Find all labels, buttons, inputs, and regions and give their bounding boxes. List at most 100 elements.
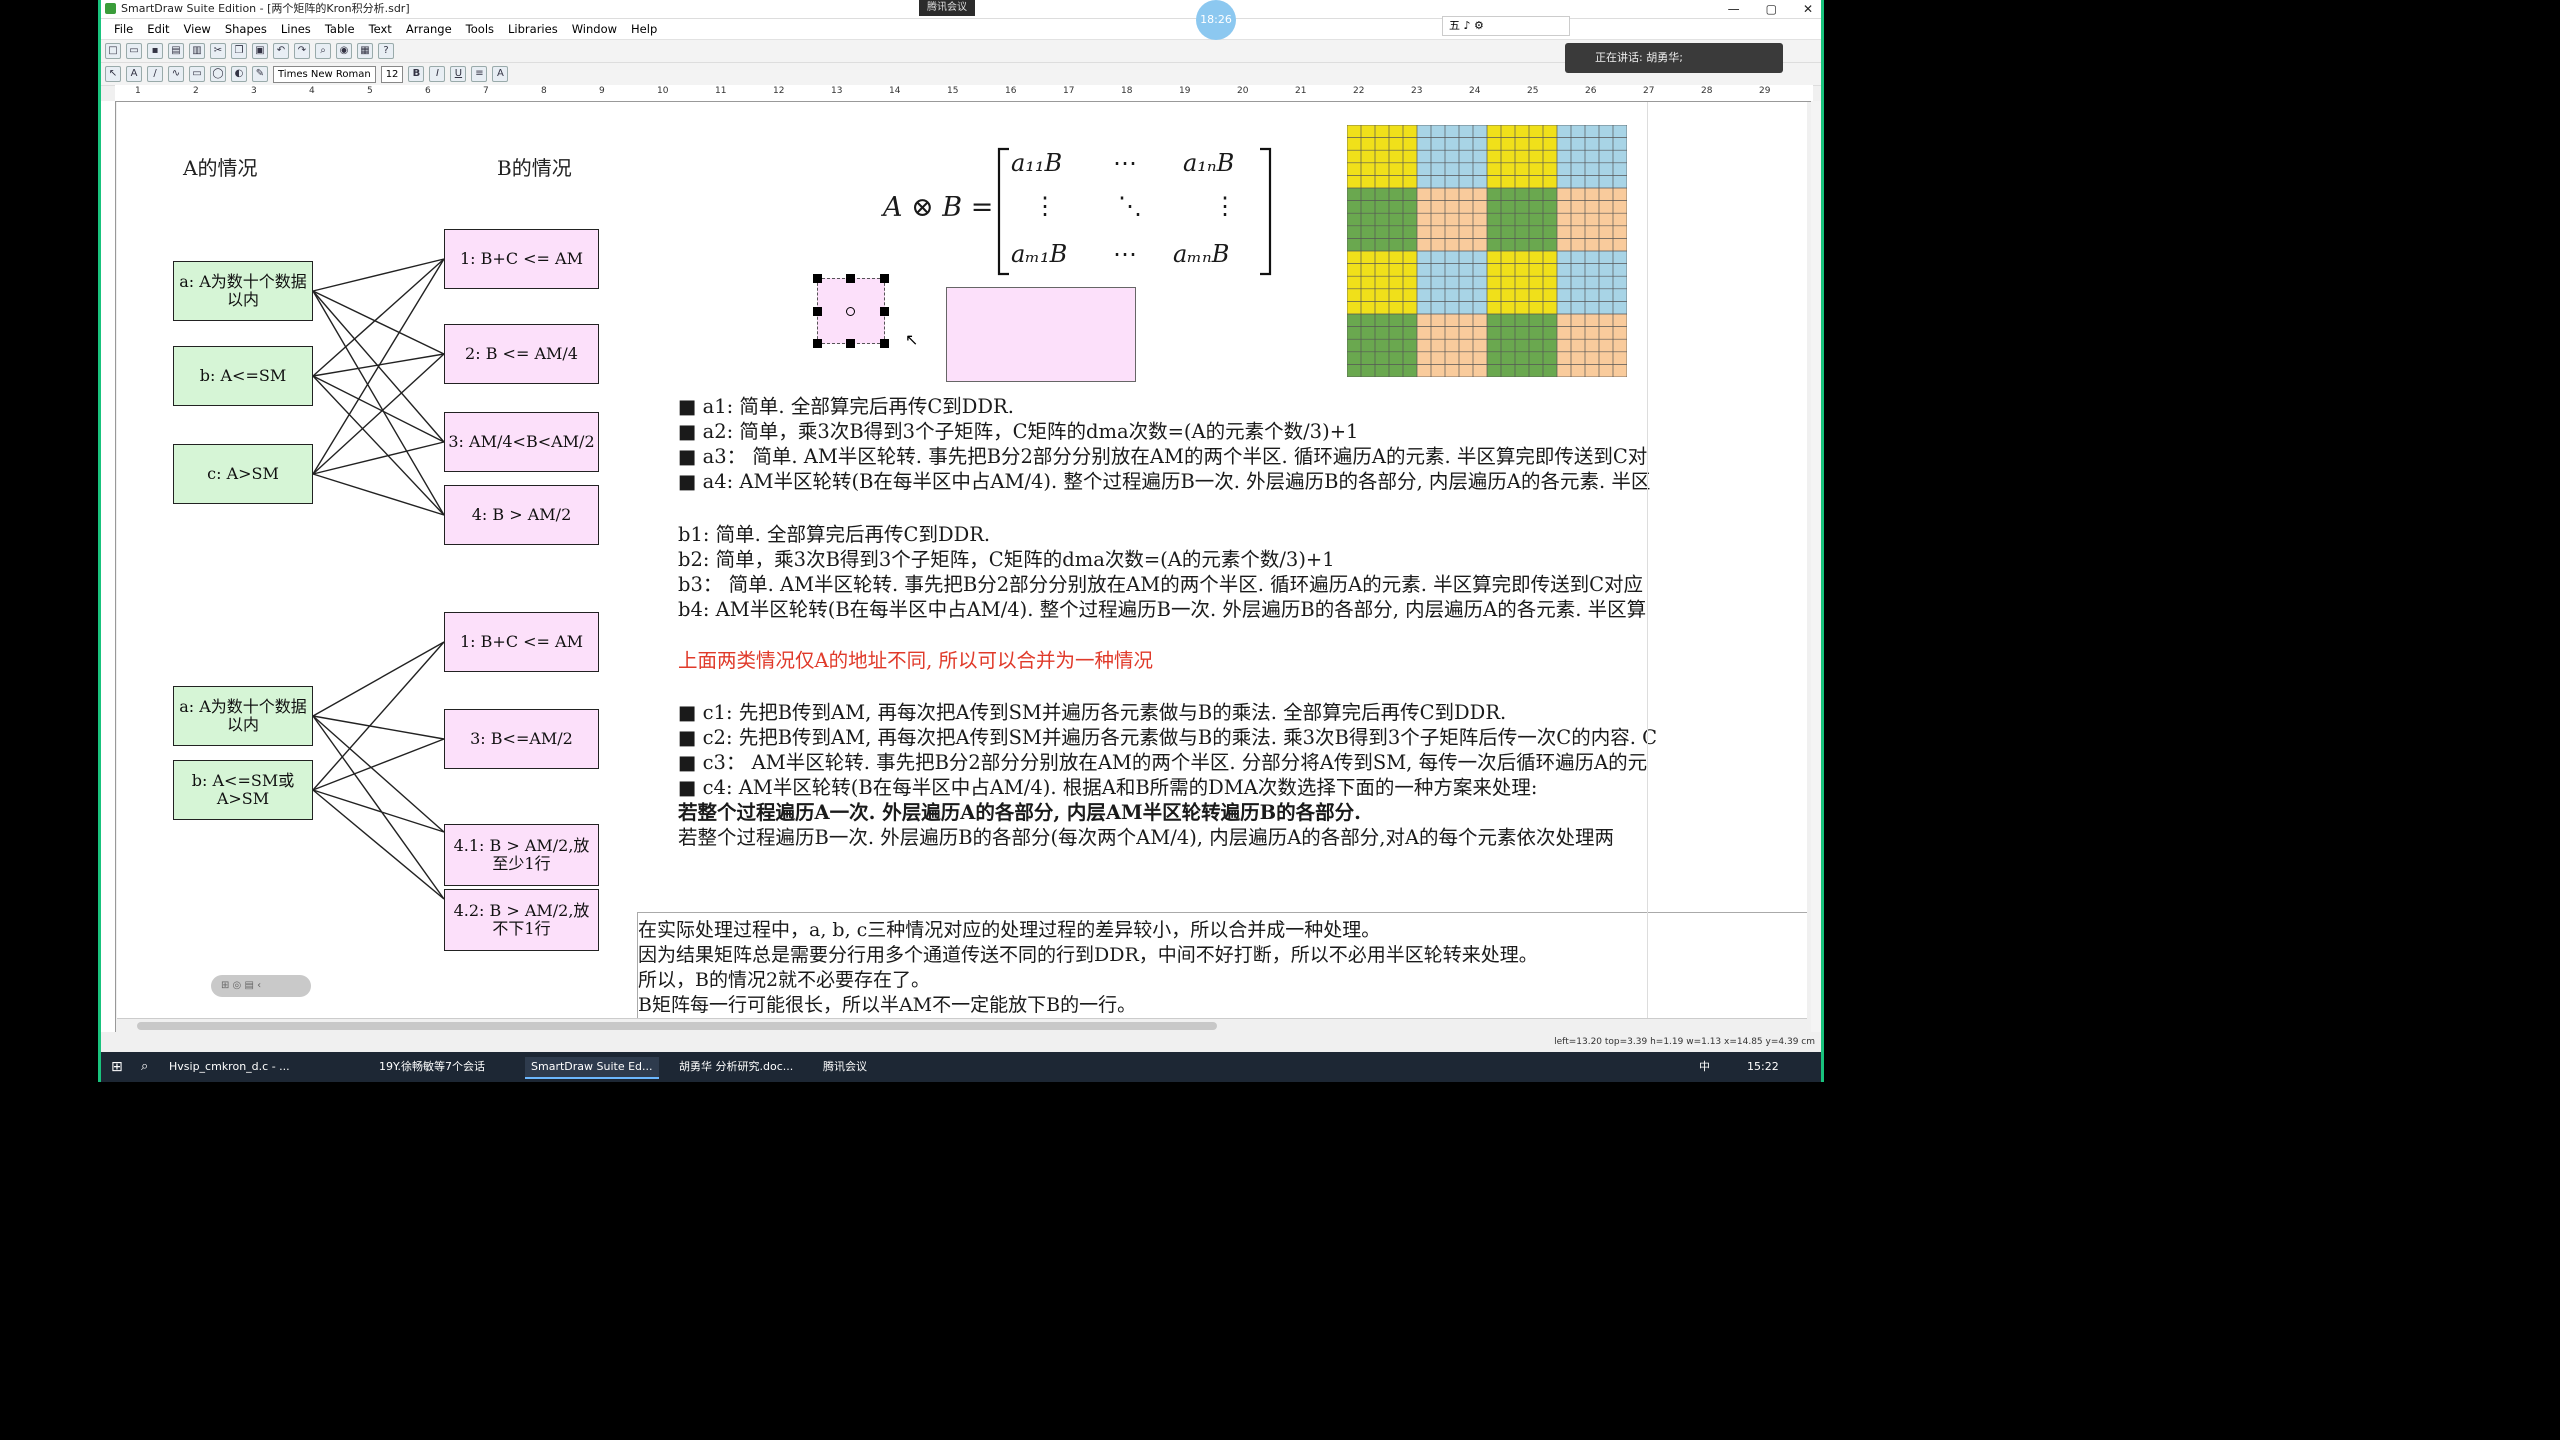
start-button-icon[interactable]: ⊞: [105, 1057, 129, 1077]
window-controls: — ▢ ✕: [1728, 0, 1813, 18]
pointer-icon[interactable]: ↖: [105, 66, 121, 82]
grid-block: [1557, 314, 1627, 377]
case-c-box[interactable]: c: A>SM: [173, 444, 313, 504]
ruler-tick-label: 25: [1527, 86, 1539, 96]
fill-color-icon[interactable]: ◐: [231, 66, 247, 82]
maximize-button[interactable]: ▢: [1766, 0, 1777, 18]
menu-view[interactable]: View: [184, 22, 211, 36]
case-b1-box[interactable]: 1: B+C <= AM: [444, 229, 599, 289]
taskbar-item-word[interactable]: 胡勇华 分析研究.doc...: [673, 1057, 799, 1077]
summary-line-2: 因为结果矩阵总是需要分行用多个通道传送不同的行到DDR，中间不好打断，所以不必用…: [638, 944, 1538, 966]
menu-help[interactable]: Help: [631, 22, 657, 36]
font-size-select[interactable]: 12: [380, 65, 404, 83]
taskbar-item-smartdraw[interactable]: SmartDraw Suite Ed...: [525, 1057, 659, 1079]
ellipse-tool-icon[interactable]: ◯: [210, 66, 226, 82]
minimize-button[interactable]: —: [1728, 0, 1740, 18]
export-icon[interactable]: ▥: [189, 43, 205, 59]
ruler-tick-label: 17: [1063, 86, 1075, 96]
search-icon[interactable]: ⌕: [135, 1057, 154, 1077]
merged-b1-box[interactable]: 1: B+C <= AM: [444, 612, 599, 672]
case-a-box[interactable]: a: A为数十个数据以内: [173, 261, 313, 321]
print-icon[interactable]: ▤: [168, 43, 184, 59]
rect-tool-icon[interactable]: ▭: [189, 66, 205, 82]
save-icon[interactable]: ▪: [147, 43, 163, 59]
case-b2-box[interactable]: 2: B <= AM/4: [444, 324, 599, 384]
case-b3-box[interactable]: 3: AM/4<B<AM/2: [444, 412, 599, 472]
paste-icon[interactable]: ▣: [252, 43, 268, 59]
curve-tool-icon[interactable]: ∿: [168, 66, 184, 82]
italic-button[interactable]: I: [429, 66, 446, 82]
ruler-tick-label: 23: [1411, 86, 1423, 96]
meeting-indicator[interactable]: 腾讯会议: [919, 0, 975, 16]
close-button[interactable]: ✕: [1803, 0, 1813, 18]
font-color-button[interactable]: A: [492, 66, 509, 82]
case-b4-box[interactable]: 4: B > AM/2: [444, 485, 599, 545]
undo-icon[interactable]: ↶: [273, 43, 289, 59]
cut-icon[interactable]: ✂: [210, 43, 226, 59]
grid-block: [1347, 125, 1417, 188]
menu-lines[interactable]: Lines: [281, 22, 311, 36]
scroll-thumb[interactable]: [137, 1022, 1217, 1030]
copy-icon[interactable]: ❐: [231, 43, 247, 59]
vertical-scrollbar[interactable]: [1811, 101, 1821, 1032]
align-icon[interactable]: ≡: [471, 66, 488, 82]
menu-tools[interactable]: Tools: [466, 22, 494, 36]
header-b-cases: B的情况: [497, 156, 572, 180]
case-b-box[interactable]: b: A<=SM: [173, 346, 313, 406]
merged-case-b-box[interactable]: b: A<=SM或A>SM: [173, 760, 313, 820]
menu-shapes[interactable]: Shapes: [225, 22, 267, 36]
matrix-r3-dots: ⋯: [1113, 240, 1137, 268]
summary-line-3: 所以，B的情况2就不必要存在了。: [638, 969, 931, 991]
ime-toolbar[interactable]: 五 ♪ ⚙: [1442, 16, 1570, 36]
ruler-tick-label: 5: [367, 86, 373, 96]
drawing-canvas[interactable]: A的情况 B的情况 a: A为数十个数据以内 b: A<=SM c: A>SM …: [117, 102, 1807, 1018]
ruler-tick-label: 12: [773, 86, 785, 96]
line-tool-icon[interactable]: /: [147, 66, 163, 82]
ruler-tick-label: 16: [1005, 86, 1017, 96]
matrix-vdots-right: ⋮: [1213, 192, 1237, 220]
merged-case-a-box[interactable]: a: A为数十个数据以内: [173, 686, 313, 746]
menu-file[interactable]: File: [114, 22, 133, 36]
library-icon[interactable]: ◉: [336, 43, 352, 59]
menu-edit[interactable]: Edit: [147, 22, 169, 36]
recording-timer[interactable]: 18:26: [1196, 0, 1236, 40]
merged-b3-box[interactable]: 3: B<=AM/2: [444, 709, 599, 769]
taskbar-item-chat[interactable]: 19Y.徐畅敏等7个会话: [373, 1057, 491, 1077]
zoom-icon[interactable]: ⌕: [315, 43, 331, 59]
grid-block: [1417, 314, 1487, 377]
menu-arrange[interactable]: Arrange: [406, 22, 452, 36]
header-a-cases: A的情况: [183, 156, 258, 180]
redo-icon[interactable]: ↷: [294, 43, 310, 59]
selected-shape[interactable]: [813, 274, 889, 348]
tray-clock[interactable]: 15:22: [1741, 1057, 1785, 1077]
new-icon[interactable]: □: [105, 43, 121, 59]
menu-window[interactable]: Window: [572, 22, 617, 36]
pink-rectangle[interactable]: [946, 287, 1136, 382]
table-icon[interactable]: ▦: [357, 43, 373, 59]
help-icon[interactable]: ?: [378, 43, 394, 59]
cursor-arrow-icon: ↖: [905, 330, 919, 349]
taskbar-item-meeting[interactable]: 腾讯会议: [817, 1057, 873, 1077]
menu-libraries[interactable]: Libraries: [508, 22, 558, 36]
menu-table[interactable]: Table: [325, 22, 355, 36]
horizontal-scrollbar[interactable]: [117, 1018, 1807, 1033]
horizontal-ruler: 1 2 3 4 5 6 7 8 9 10 11 12 13 14 15 16 17 18 19 20 21 22 23 24 2…: [115, 85, 1813, 102]
window-title: SmartDraw Suite Edition - [两个矩阵的Kron积分析.…: [121, 2, 410, 15]
bold-button[interactable]: B: [408, 66, 425, 82]
merged-b42-box[interactable]: 4.2: B > AM/2,放不下1行: [444, 889, 599, 951]
open-icon[interactable]: ▭: [126, 43, 142, 59]
ruler-tick-label: 9: [599, 86, 605, 96]
tray-language[interactable]: 中: [1693, 1057, 1716, 1077]
taskbar-item-editor[interactable]: Hvsip_cmkron_d.c - ...: [163, 1057, 296, 1077]
menu-text[interactable]: Text: [369, 22, 392, 36]
merged-b41-box[interactable]: 4.1: B > AM/2,放至少1行: [444, 824, 599, 886]
text-tool-icon[interactable]: A: [126, 66, 142, 82]
line-color-icon[interactable]: ✎: [252, 66, 268, 82]
windows-taskbar: ⊞ ⌕ Hvsip_cmkron_d.c - ... 19Y.徐畅敏等7个会话 …: [101, 1052, 1821, 1082]
summary-textbox[interactable]: 在实际处理过程中，a, b, c三种情况对应的处理过程的差异较小，所以合并成一种…: [637, 912, 1807, 1018]
grid-block: [1487, 125, 1557, 188]
floating-mini-toolbar[interactable]: ⊞ ◎ ▤ ‹: [211, 975, 311, 997]
status-bar: left=13.20 top=3.39 h=1.19 w=1.13 x=14.8…: [101, 1034, 1821, 1052]
underline-button[interactable]: U: [450, 66, 467, 82]
font-family-select[interactable]: Times New Roman: [273, 65, 376, 83]
